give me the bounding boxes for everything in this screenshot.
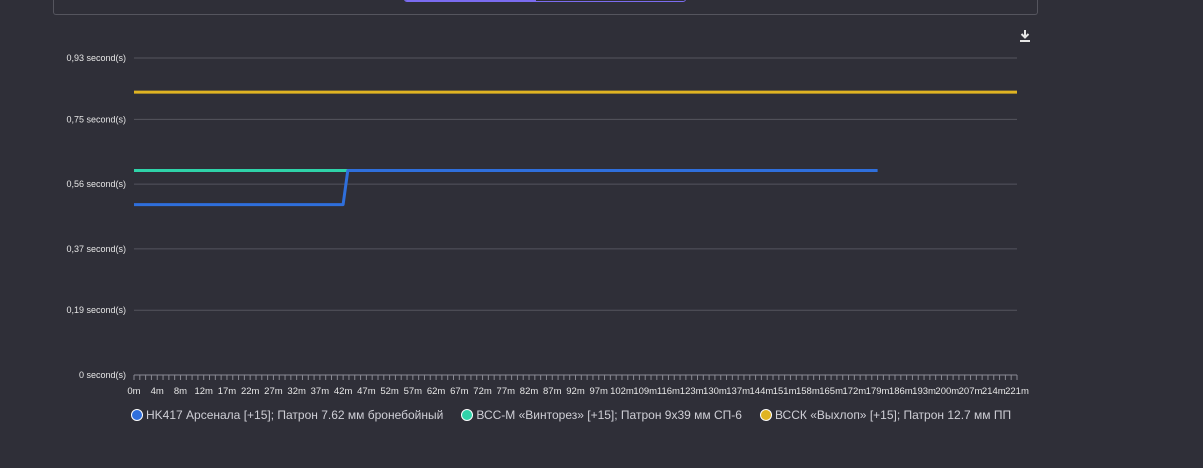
legend-item[interactable]: HK417 Арсенала [+15]; Патрон 7.62 мм бро… bbox=[131, 408, 443, 422]
x-tick-label: 47m bbox=[357, 386, 376, 397]
legend-item[interactable]: ВССК «Выхлоп» [+15]; Патрон 12.7 мм ПП bbox=[759, 408, 1012, 422]
x-tick-label: 186m bbox=[889, 386, 913, 397]
x-tick-label: 172m bbox=[842, 386, 866, 397]
x-tick-label: 221m bbox=[1005, 386, 1029, 397]
x-tick-label: 12m bbox=[194, 386, 213, 397]
x-tick-label: 52m bbox=[380, 386, 399, 397]
y-tick-label: 0,75 second(s) bbox=[66, 114, 126, 124]
x-tick-label: 193m bbox=[912, 386, 936, 397]
x-tick-label: 72m bbox=[473, 386, 492, 397]
legend-label: HK417 Арсенала [+15]; Патрон 7.62 мм бро… bbox=[146, 408, 444, 422]
x-tick-label: 116m bbox=[657, 386, 680, 397]
legend-swatch bbox=[131, 409, 143, 421]
x-tick-label: 144m bbox=[750, 386, 774, 397]
legend-swatch bbox=[461, 409, 474, 421]
y-tick-label: 0,93 second(s) bbox=[66, 53, 126, 63]
y-tick-label: 0 second(s) bbox=[79, 370, 126, 380]
y-tick-label: 0,19 second(s) bbox=[66, 305, 126, 315]
x-tick-label: 214m bbox=[982, 386, 1006, 397]
x-tick-label: 22m bbox=[241, 386, 260, 397]
legend-swatch bbox=[759, 409, 772, 421]
x-tick-label: 179m bbox=[866, 386, 890, 397]
x-tick-label: 27m bbox=[264, 386, 283, 397]
x-tick-label: 158m bbox=[796, 386, 820, 397]
x-tick-label: 102m bbox=[610, 386, 634, 397]
x-tick-label: 42m bbox=[334, 386, 353, 397]
line-chart: 0 second(s) 0,19 second(s) 0,37 second(s) 0… bbox=[66, 53, 1029, 397]
x-tick-label: 92m bbox=[566, 386, 585, 397]
x-tick-label: 82m bbox=[520, 386, 539, 397]
x-tick-label: 4m bbox=[151, 386, 164, 397]
y-tick-label: 0,56 second(s) bbox=[66, 179, 126, 189]
x-tick-label: 67m bbox=[450, 386, 469, 397]
x-tick-label: 109m bbox=[633, 386, 657, 397]
x-tick-label: 165m bbox=[819, 386, 843, 397]
x-tick-label: 97m bbox=[589, 386, 608, 397]
x-tick-label: 57m bbox=[404, 386, 423, 397]
x-tick-label: 130m bbox=[703, 386, 727, 397]
x-tick-label: 87m bbox=[543, 386, 562, 397]
x-tick-label: 32m bbox=[287, 386, 306, 397]
y-tick-label: 0,37 second(s) bbox=[66, 244, 126, 254]
x-tick-label: 17m bbox=[218, 386, 237, 397]
x-tick-label: 151m bbox=[773, 386, 797, 397]
x-tick-label: 77m bbox=[497, 386, 516, 397]
legend-label: ВСС-М «Винторез» [+15]; Патрон 9x39 мм С… bbox=[476, 408, 742, 422]
x-tick-label: 207m bbox=[959, 386, 983, 397]
x-tick-label: 8m bbox=[174, 386, 187, 397]
x-tick-label: 137m bbox=[726, 386, 750, 397]
x-tick-label: 123m bbox=[680, 386, 704, 397]
legend-item[interactable]: ВСС-М «Винторез» [+15]; Патрон 9x39 мм С… bbox=[461, 408, 742, 422]
legend-label: ВССК «Выхлоп» [+15]; Патрон 12.7 мм ПП bbox=[774, 408, 1012, 422]
x-tick-label: 62m bbox=[427, 386, 446, 397]
x-tick-label: 0m bbox=[127, 386, 140, 397]
x-tick-label: 200m bbox=[935, 386, 959, 397]
x-tick-label: 37m bbox=[311, 386, 330, 397]
chart-legend: HK417 Арсенала [+15]; Патрон 7.62 мм бро… bbox=[131, 406, 1029, 424]
series-line bbox=[134, 169, 878, 207]
